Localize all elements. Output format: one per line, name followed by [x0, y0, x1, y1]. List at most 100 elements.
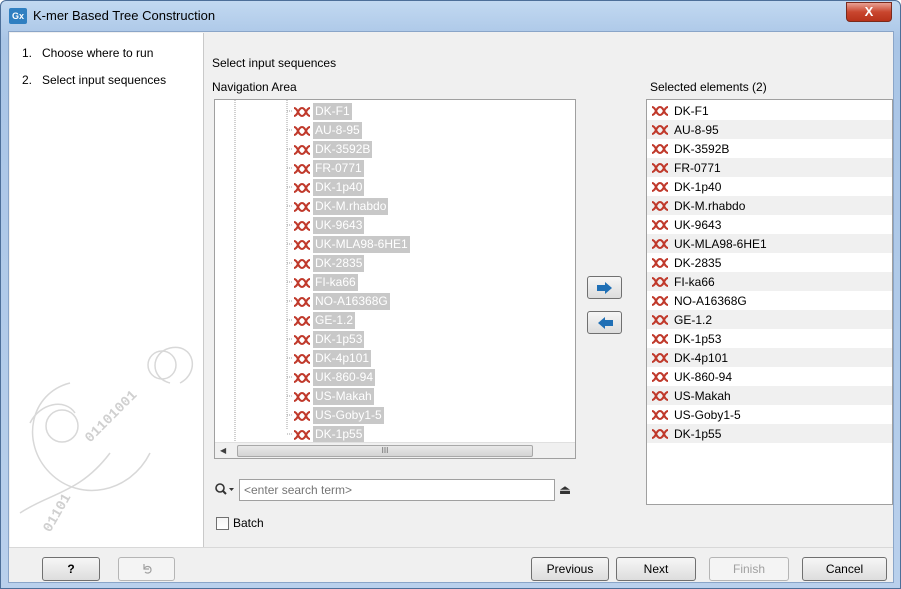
list-item-label: DK-M.rhabdo: [674, 198, 746, 213]
navigation-area-label: Navigation Area: [212, 80, 297, 94]
list-item-label: DK-1p40: [674, 179, 722, 194]
sequence-icon: [651, 181, 669, 192]
navigation-tree[interactable]: DK-F1 AU-8-95 DK-3592B FR-0771 DK-1p40 DK-M.r…: [214, 99, 576, 459]
next-button[interactable]: Next: [616, 557, 696, 581]
tree-item[interactable]: DK-1p40: [293, 178, 365, 197]
tree-item[interactable]: NO-A16368G: [293, 292, 390, 311]
tree-item[interactable]: FR-0771: [293, 159, 364, 178]
sequence-icon: [651, 333, 669, 344]
reset-icon: [142, 564, 152, 574]
section-title: Select input sequences: [212, 56, 337, 70]
tree-item[interactable]: DK-M.rhabdo: [293, 197, 389, 216]
cancel-button[interactable]: Cancel: [802, 557, 887, 581]
tree-item[interactable]: DK-4p101: [293, 349, 372, 368]
tree-item[interactable]: DK-3592B: [293, 140, 373, 159]
tree-item[interactable]: US-Makah: [293, 387, 374, 406]
svg-text:01101: 01101: [40, 491, 75, 535]
tree-item-label: AU-8-95: [313, 122, 362, 139]
list-item[interactable]: DK-1p55: [647, 424, 892, 443]
list-item[interactable]: GE-1.2: [647, 310, 892, 329]
list-item[interactable]: DK-2835: [647, 253, 892, 272]
list-item[interactable]: US-Goby1-5: [647, 405, 892, 424]
tree-item-label: DK-F1: [313, 103, 352, 120]
selected-elements-list[interactable]: DK-F1 AU-8-95 DK-3592B FR-0771 DK-1p40 DK-M.r…: [646, 99, 893, 505]
clear-search-icon[interactable]: ⏏: [557, 482, 573, 498]
tree-item-label: US-Goby1-5: [313, 407, 384, 424]
list-item[interactable]: DK-4p101: [647, 348, 892, 367]
horizontal-scroll-thumb[interactable]: III: [237, 445, 533, 457]
remove-from-selected-button[interactable]: [587, 311, 622, 334]
list-item-label: DK-1p53: [674, 331, 722, 346]
sequence-icon: [293, 315, 311, 326]
tree-item[interactable]: UK-9643: [293, 216, 365, 235]
sequence-icon: [651, 219, 669, 230]
list-item[interactable]: FI-ka66: [647, 272, 892, 291]
add-to-selected-button[interactable]: [587, 276, 622, 299]
sequence-icon: [293, 201, 311, 212]
tree-item-label: DK-2835: [313, 255, 365, 272]
batch-checkbox[interactable]: [216, 516, 229, 530]
tree-item[interactable]: DK-2835: [293, 254, 365, 273]
tree-item-label: UK-9643: [313, 217, 365, 234]
list-item-label: FR-0771: [674, 160, 721, 175]
list-item-label: DK-4p101: [674, 350, 729, 365]
list-item[interactable]: FR-0771: [647, 158, 892, 177]
tree-item[interactable]: UK-860-94: [293, 368, 376, 387]
tree-connector-lines: [234, 100, 293, 442]
sequence-icon: [293, 296, 311, 307]
tree-item-label: DK-3592B: [313, 141, 373, 158]
list-item[interactable]: DK-M.rhabdo: [647, 196, 892, 215]
list-item[interactable]: NO-A16368G: [647, 291, 892, 310]
tree-item[interactable]: GE-1.2: [293, 311, 356, 330]
list-item[interactable]: DK-1p40: [647, 177, 892, 196]
tree-item[interactable]: US-Goby1-5: [293, 406, 384, 425]
title-bar[interactable]: Gx K-mer Based Tree Construction X: [1, 1, 900, 31]
list-item[interactable]: AU-8-95: [647, 120, 892, 139]
sequence-icon: [651, 295, 669, 306]
wizard-steps-panel: 1. Choose where to run 2. Select input seq…: [10, 33, 204, 547]
sequence-icon: [651, 162, 669, 173]
sequence-icon: [293, 391, 311, 402]
tree-item[interactable]: DK-1p53: [293, 330, 365, 349]
list-item[interactable]: UK-MLA98-6HE1: [647, 234, 892, 253]
sequence-icon: [293, 182, 311, 193]
list-item-label: GE-1.2: [674, 312, 713, 327]
scroll-left-arrow[interactable]: ◀: [220, 446, 226, 455]
close-button[interactable]: X: [846, 2, 892, 22]
search-input[interactable]: [239, 479, 555, 501]
step-label: Choose where to run: [42, 46, 154, 60]
finish-button[interactable]: Finish: [709, 557, 789, 581]
scroll-thumb-grip: III: [381, 446, 389, 455]
list-item[interactable]: DK-3592B: [647, 139, 892, 158]
list-item[interactable]: US-Makah: [647, 386, 892, 405]
tree-item[interactable]: UK-MLA98-6HE1: [293, 235, 410, 254]
step-select-input-sequences: 2. Select input sequences: [22, 73, 166, 87]
tree-item[interactable]: FI-ka66: [293, 273, 358, 292]
tree-item-label: US-Makah: [313, 388, 374, 405]
arrow-right-icon: [596, 281, 612, 294]
list-item[interactable]: UK-9643: [647, 215, 892, 234]
list-item[interactable]: DK-F1: [647, 101, 892, 120]
horizontal-scrollbar[interactable]: ◀ III ▶: [215, 442, 575, 458]
batch-option[interactable]: Batch: [216, 516, 264, 530]
search-bar: [214, 479, 555, 501]
sequence-icon: [651, 257, 669, 268]
help-button[interactable]: ?: [42, 557, 100, 581]
sequence-icon: [651, 105, 669, 116]
search-icon[interactable]: [214, 482, 236, 498]
list-item[interactable]: UK-860-94: [647, 367, 892, 386]
list-item-label: US-Makah: [674, 388, 731, 403]
reset-button[interactable]: [118, 557, 175, 581]
tree-item[interactable]: AU-8-95: [293, 121, 362, 140]
tree-item-label: UK-MLA98-6HE1: [313, 236, 410, 253]
sequence-icon: [651, 352, 669, 363]
arrow-left-icon: [597, 316, 613, 329]
tree-item-label: DK-1p53: [313, 331, 365, 348]
sequence-icon: [293, 334, 311, 345]
previous-button[interactable]: Previous: [531, 557, 609, 581]
tree-item-label: GE-1.2: [313, 312, 356, 329]
list-item[interactable]: DK-1p53: [647, 329, 892, 348]
list-item-label: DK-3592B: [674, 141, 730, 156]
tree-item[interactable]: DK-F1: [293, 102, 352, 121]
tree-item-label: FR-0771: [313, 160, 364, 177]
